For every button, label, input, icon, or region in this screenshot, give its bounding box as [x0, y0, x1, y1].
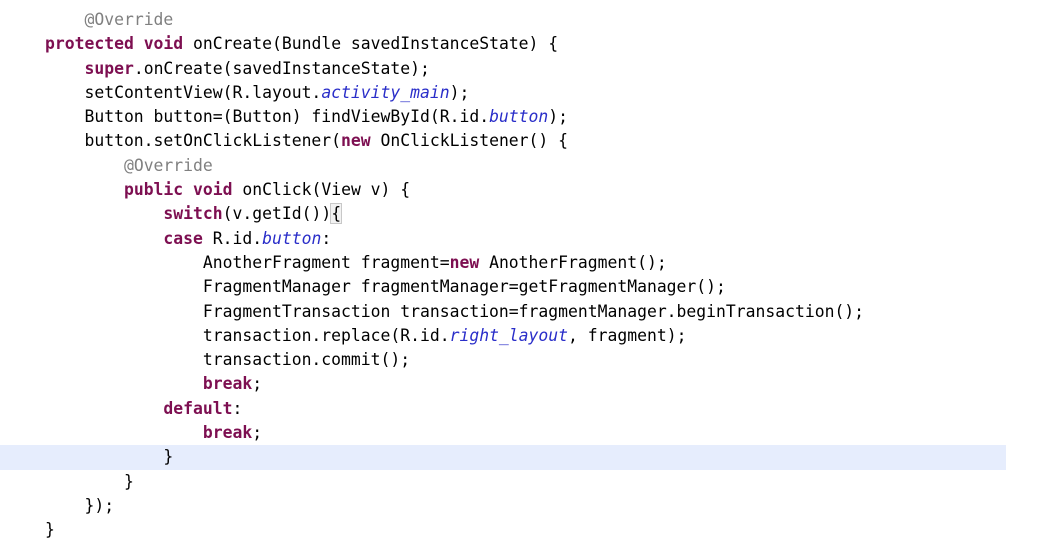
code-token-field: activity_main [321, 82, 450, 102]
code-token-plain: : [232, 398, 243, 418]
code-editor[interactable]: @Override protected void onCreate(Bundle … [0, 0, 1051, 539]
code-token-plain: onCreate(Bundle savedInstanceState) { [183, 34, 559, 54]
code-token-keyword: public [123, 180, 184, 200]
code-token-plain: } [45, 447, 174, 467]
code-token-plain: transaction.commit(); [45, 350, 411, 370]
code-token-keyword: break [202, 423, 253, 443]
code-token-plain: (v.getId()) [222, 204, 332, 224]
code-token-plain: Button button=(Button) findViewById(R.id… [45, 107, 490, 127]
code-token-plain: ; [252, 374, 263, 394]
code-token-keyword: default [163, 398, 233, 418]
code-line[interactable]: } [0, 470, 1051, 494]
code-token-keyword: super [84, 58, 134, 78]
code-token-plain: onClick(View v) { [232, 180, 411, 200]
code-token-plain: setContentView(R.layout. [45, 82, 322, 102]
code-line[interactable]: public void onClick(View v) { [0, 178, 1051, 202]
code-text-area[interactable]: @Override protected void onCreate(Bundle … [0, 8, 1051, 543]
code-line[interactable]: break; [0, 421, 1051, 445]
code-token-keyword: switch [163, 204, 223, 224]
code-token-plain: transaction.replace(R.id. [45, 325, 450, 345]
code-line[interactable]: } [0, 518, 1051, 542]
code-token-plain: } [45, 471, 134, 491]
code-token-keyword: void [193, 180, 233, 200]
code-line[interactable]: @Override [0, 154, 1051, 178]
code-line[interactable]: transaction.commit(); [0, 348, 1051, 372]
code-token-keyword: case [163, 228, 203, 248]
code-line-current[interactable]: } [0, 445, 1006, 470]
code-token-plain: R.id. [202, 228, 263, 248]
code-line[interactable]: break; [0, 372, 1051, 396]
code-token-annotation: @Override [123, 155, 213, 175]
code-token-plain: ); [449, 82, 470, 102]
code-line[interactable]: FragmentTransaction transaction=fragment… [0, 300, 1051, 324]
code-token-plain: .onCreate(savedInstanceState); [133, 58, 430, 78]
code-token-keyword: new [449, 252, 480, 272]
code-token-bracket-hl: { [330, 203, 343, 225]
code-token-keyword: new [341, 131, 371, 151]
code-token-annotation: @Override [84, 10, 174, 29]
code-token-plain: button.setOnClickListener( [45, 131, 342, 151]
code-token-plain: ); [548, 107, 569, 127]
code-token-plain: , fragment); [568, 325, 687, 345]
code-line[interactable]: button.setOnClickListener(new OnClickLis… [0, 129, 1051, 153]
code-line[interactable]: AnotherFragment fragment=new AnotherFrag… [0, 251, 1051, 275]
code-line[interactable]: case R.id.button: [0, 227, 1051, 251]
code-line[interactable]: setContentView(R.layout.activity_main); [0, 81, 1051, 105]
code-token-plain: OnClickListener() { [370, 131, 569, 151]
code-line[interactable]: super.onCreate(savedInstanceState); [0, 57, 1051, 81]
code-token-plain: } [45, 520, 55, 540]
code-token-field: button [262, 228, 322, 248]
code-token-keyword: break [202, 374, 253, 394]
code-line[interactable]: @Override [0, 8, 1051, 32]
code-token-plain: FragmentManager fragmentManager=getFragm… [45, 277, 726, 297]
code-token-plain: : [321, 228, 332, 248]
code-line[interactable]: Button button=(Button) findViewById(R.id… [0, 105, 1051, 129]
code-token-keyword: void [143, 34, 184, 54]
code-line[interactable]: switch(v.getId()){ [0, 202, 1051, 226]
code-token-plain: AnotherFragment fragment= [45, 252, 450, 272]
code-token-plain: }); [45, 495, 115, 515]
code-token-plain: ; [252, 423, 263, 443]
code-token-plain: AnotherFragment(); [479, 252, 667, 272]
code-line[interactable]: }); [0, 494, 1051, 518]
code-token-plain: FragmentTransaction transaction=fragment… [45, 301, 865, 321]
code-token-keyword: protected [45, 34, 134, 54]
code-line[interactable]: protected void onCreate(Bundle savedInst… [0, 32, 1051, 56]
code-line[interactable]: transaction.replace(R.id.right_layout, f… [0, 324, 1051, 348]
code-line[interactable]: default: [0, 397, 1051, 421]
code-line[interactable]: FragmentManager fragmentManager=getFragm… [0, 275, 1051, 299]
code-token-field: right_layout [449, 325, 569, 345]
code-token-field: button [489, 107, 549, 127]
